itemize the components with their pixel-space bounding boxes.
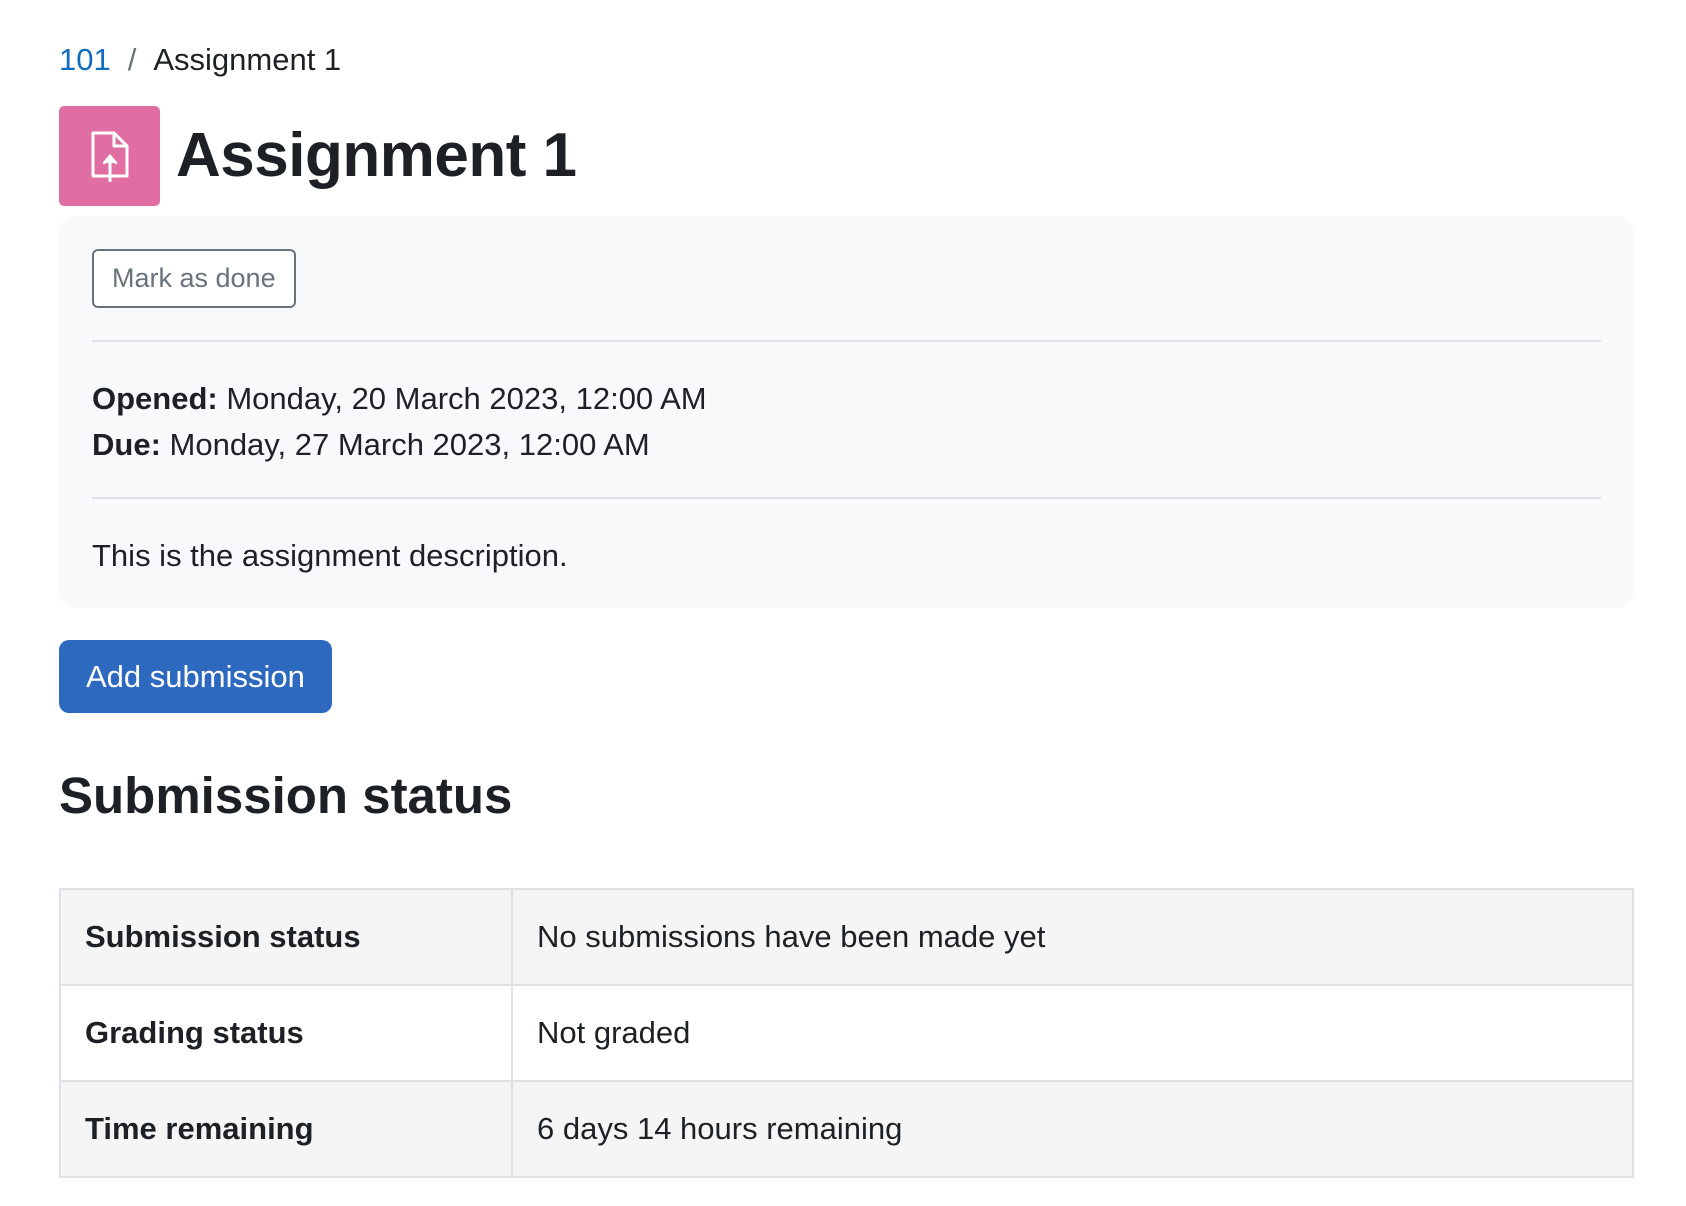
row-label: Time remaining [59,1080,513,1178]
mark-as-done-button[interactable]: Mark as done [92,249,296,308]
breadcrumb-current: Assignment 1 [153,42,342,77]
due-label: Due: [92,427,161,462]
row-value: No submissions have been made yet [511,888,1634,986]
page-header: Assignment 1 [59,106,577,206]
assignment-description: This is the assignment description. [92,538,568,573]
divider [92,340,1601,342]
row-value: Not graded [511,984,1634,1082]
divider [92,497,1601,499]
page-title: Assignment 1 [176,121,577,190]
submission-status-heading: Submission status [59,767,513,824]
row-label: Submission status [59,888,513,986]
breadcrumb-course-link[interactable]: 101 [59,38,111,82]
activity-info-box: Mark as done Opened: Monday, 20 March 20… [59,216,1634,608]
breadcrumb-separator: / [127,42,137,77]
due-value: Monday, 27 March 2023, 12:00 AM [169,427,650,462]
due-date-row: Due: Monday, 27 March 2023, 12:00 AM [92,422,707,468]
add-submission-button[interactable]: Add submission [59,640,332,713]
row-value: 6 days 14 hours remaining [511,1080,1634,1178]
table-row: Grading status Not graded [59,984,1634,1082]
activity-dates: Opened: Monday, 20 March 2023, 12:00 AM … [92,376,707,468]
opened-date-row: Opened: Monday, 20 March 2023, 12:00 AM [92,376,707,422]
breadcrumb: 101 / Assignment 1 [59,38,341,82]
row-label: Grading status [59,984,513,1082]
opened-value: Monday, 20 March 2023, 12:00 AM [226,381,707,416]
submission-status-table: Submission status No submissions have be… [59,888,1634,1178]
table-row: Time remaining 6 days 14 hours remaining [59,1080,1634,1178]
file-upload-icon [59,106,160,206]
table-row: Submission status No submissions have be… [59,888,1634,986]
opened-label: Opened: [92,381,218,416]
